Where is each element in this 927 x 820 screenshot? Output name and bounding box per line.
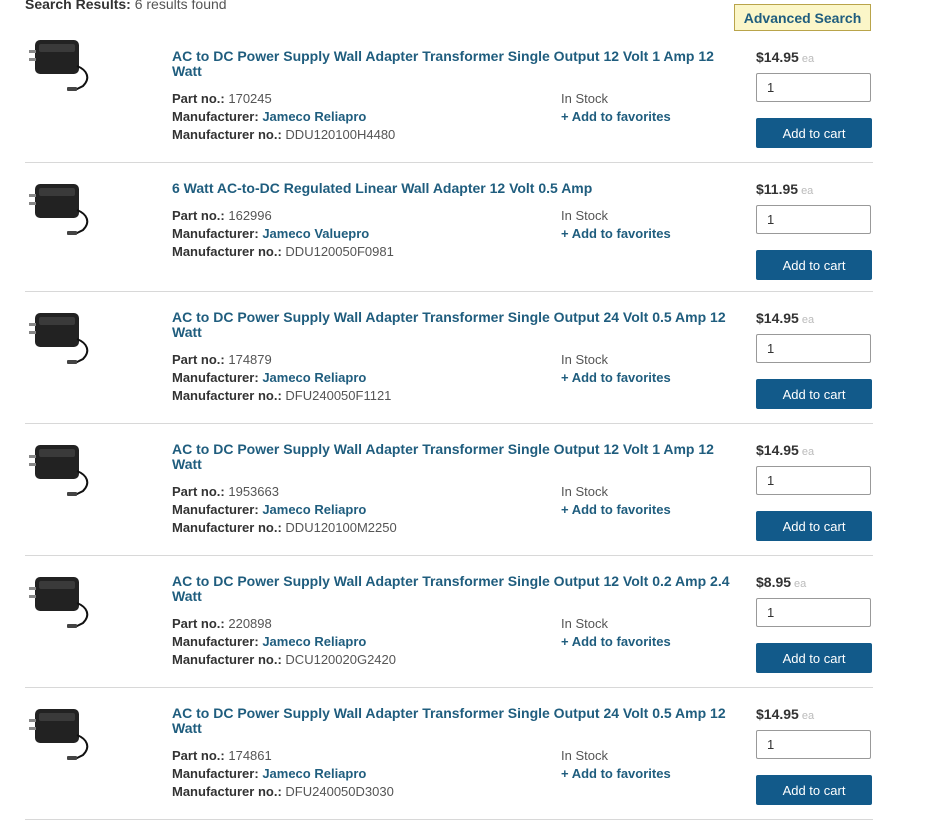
product-image[interactable] [25,170,97,242]
product-title-link[interactable]: AC to DC Power Supply Wall Adapter Trans… [172,49,732,79]
add-to-favorites-link[interactable]: + Add to favorites [561,226,671,241]
add-to-cart-button[interactable]: Add to cart [756,379,872,409]
stock-status: In Stock [561,208,608,223]
price: $14.95 ea [756,49,815,65]
unit-label: ea [801,53,815,65]
product-item: AC to DC Power Supply Wall Adapter Trans… [25,24,873,163]
manufacturer: Manufacturer: Jameco Reliapro [172,766,367,781]
quantity-input[interactable] [756,205,871,234]
manufacturer-link[interactable]: Jameco Reliapro [262,766,366,781]
manufacturer-number: Manufacturer no.: DFU240050F1121 [172,388,392,403]
price: $14.95 ea [756,442,815,458]
unit-label: ea [801,185,814,197]
quantity-input[interactable] [756,466,871,495]
product-title-link[interactable]: AC to DC Power Supply Wall Adapter Trans… [172,574,732,604]
results-count: 6 results found [134,0,227,12]
manufacturer: Manufacturer: Jameco Reliapro [172,502,367,517]
quantity-input[interactable] [756,598,871,627]
manufacturer: Manufacturer: Jameco Valuepro [172,226,370,241]
manufacturer-number: Manufacturer no.: DCU120020G2420 [172,652,396,667]
add-to-cart-button[interactable]: Add to cart [756,118,872,148]
part-number: Part no.: 1953663 [172,484,279,499]
stock-status: In Stock [561,352,608,367]
product-image[interactable] [25,431,97,503]
product-title-link[interactable]: 6 Watt AC-to-DC Regulated Linear Wall Ad… [172,181,732,196]
add-to-cart-button[interactable]: Add to cart [756,775,872,805]
price: $14.95 ea [756,310,815,326]
product-item: AC to DC Power Supply Wall Adapter Trans… [25,423,873,556]
add-to-cart-button[interactable]: Add to cart [756,643,872,673]
price: $8.95 ea [756,574,807,590]
quantity-input[interactable] [756,730,871,759]
product-image[interactable] [25,299,97,371]
add-to-favorites-link[interactable]: + Add to favorites [561,634,671,649]
quantity-input[interactable] [756,334,871,363]
product-image[interactable] [25,26,97,98]
unit-label: ea [801,446,815,458]
manufacturer-link[interactable]: Jameco Reliapro [262,370,366,385]
unit-label: ea [801,314,815,326]
price: $11.95 ea [756,181,814,197]
part-number: Part no.: 162996 [172,208,272,223]
price: $14.95 ea [756,706,815,722]
product-item: AC to DC Power Supply Wall Adapter Trans… [25,687,873,820]
quantity-input[interactable] [756,73,871,102]
add-to-cart-button[interactable]: Add to cart [756,511,872,541]
stock-status: In Stock [561,616,608,631]
stock-status: In Stock [561,484,608,499]
add-to-favorites-link[interactable]: + Add to favorites [561,370,671,385]
manufacturer: Manufacturer: Jameco Reliapro [172,370,367,385]
part-number: Part no.: 174879 [172,352,272,367]
product-item: AC to DC Power Supply Wall Adapter Trans… [25,291,873,424]
product-image[interactable] [25,563,97,635]
stock-status: In Stock [561,748,608,763]
add-to-favorites-link[interactable]: + Add to favorites [561,109,671,124]
part-number: Part no.: 220898 [172,616,272,631]
add-to-favorites-link[interactable]: + Add to favorites [561,766,671,781]
stock-status: In Stock [561,91,608,106]
search-results-header: Search Results: 6 results found [25,0,227,12]
manufacturer-link[interactable]: Jameco Reliapro [262,502,366,517]
manufacturer-link[interactable]: Jameco Valuepro [262,226,369,241]
manufacturer-number: Manufacturer no.: DFU240050D3030 [172,784,394,799]
unit-label: ea [801,710,815,722]
search-results-label: Search Results: [25,0,131,12]
add-to-favorites-link[interactable]: + Add to favorites [561,502,671,517]
product-image[interactable] [25,695,97,767]
product-title-link[interactable]: AC to DC Power Supply Wall Adapter Trans… [172,310,732,340]
part-number: Part no.: 170245 [172,91,272,106]
product-title-link[interactable]: AC to DC Power Supply Wall Adapter Trans… [172,442,732,472]
manufacturer: Manufacturer: Jameco Reliapro [172,634,367,649]
product-item: AC to DC Power Supply Wall Adapter Trans… [25,555,873,688]
add-to-cart-button[interactable]: Add to cart [756,250,872,280]
product-title-link[interactable]: AC to DC Power Supply Wall Adapter Trans… [172,706,732,736]
product-item: 6 Watt AC-to-DC Regulated Linear Wall Ad… [25,162,873,292]
part-number: Part no.: 174861 [172,748,272,763]
manufacturer-number: Manufacturer no.: DDU120100M2250 [172,520,397,535]
manufacturer: Manufacturer: Jameco Reliapro [172,109,367,124]
manufacturer-number: Manufacturer no.: DDU120100H4480 [172,127,396,142]
manufacturer-link[interactable]: Jameco Reliapro [262,109,366,124]
manufacturer-number: Manufacturer no.: DDU120050F0981 [172,244,394,259]
unit-label: ea [794,578,807,590]
manufacturer-link[interactable]: Jameco Reliapro [262,634,366,649]
